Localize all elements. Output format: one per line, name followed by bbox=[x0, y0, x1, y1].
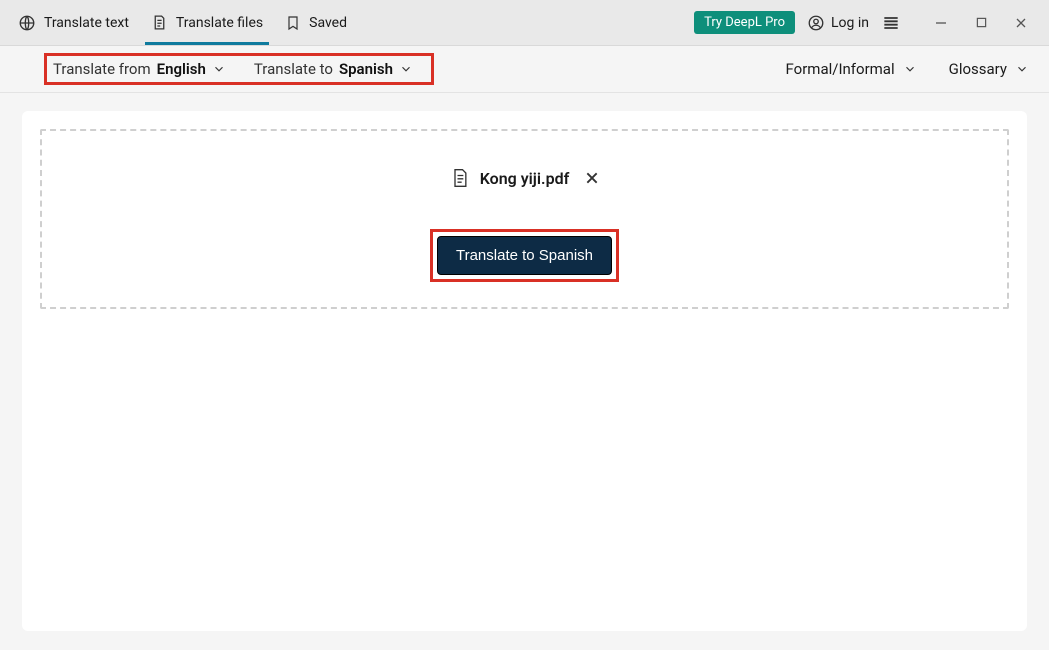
window-controls bbox=[921, 8, 1041, 38]
titlebar-tabs: Translate text Translate files Saved bbox=[18, 2, 347, 44]
from-value: English bbox=[157, 60, 206, 78]
chevron-down-icon bbox=[212, 62, 226, 76]
remove-file-button[interactable] bbox=[585, 171, 599, 185]
formality-label: Formal/Informal bbox=[786, 60, 895, 78]
content-area: Kong yiji.pdf Translate to Spanish bbox=[0, 93, 1049, 649]
translate-button-highlight: Translate to Spanish bbox=[430, 229, 619, 282]
tab-label: Translate text bbox=[44, 15, 129, 31]
subbar-right: Formal/Informal Glossary bbox=[786, 60, 1029, 78]
file-icon bbox=[151, 14, 168, 31]
from-label: Translate from bbox=[53, 60, 151, 78]
file-name: Kong yiji.pdf bbox=[480, 169, 570, 188]
file-dropzone[interactable]: Kong yiji.pdf Translate to Spanish bbox=[40, 129, 1009, 309]
tab-label: Translate files bbox=[176, 15, 263, 31]
document-icon bbox=[450, 167, 470, 189]
titlebar-right: Try DeepL Pro Log in bbox=[694, 8, 1041, 38]
window-maximize[interactable] bbox=[961, 8, 1001, 38]
glossary-dropdown[interactable]: Glossary bbox=[949, 60, 1029, 78]
tab-translate-files[interactable]: Translate files bbox=[151, 2, 263, 43]
window-minimize[interactable] bbox=[921, 8, 961, 38]
user-icon bbox=[807, 14, 825, 32]
uploaded-file-row: Kong yiji.pdf bbox=[450, 167, 600, 189]
chevron-down-icon bbox=[399, 62, 413, 76]
chevron-down-icon bbox=[1015, 62, 1029, 76]
try-pro-button[interactable]: Try DeepL Pro bbox=[694, 11, 795, 34]
language-selectors-highlight: Translate from English Translate to Span… bbox=[44, 53, 434, 85]
formality-dropdown[interactable]: Formal/Informal bbox=[786, 60, 917, 78]
tab-label: Saved bbox=[309, 15, 347, 31]
login-button[interactable]: Log in bbox=[807, 14, 869, 32]
translate-button[interactable]: Translate to Spanish bbox=[437, 236, 612, 275]
translate-to-selector[interactable]: Translate to Spanish bbox=[254, 60, 413, 78]
language-bar: Translate from English Translate to Span… bbox=[0, 46, 1049, 93]
to-label: Translate to bbox=[254, 60, 333, 78]
tab-translate-text[interactable]: Translate text bbox=[18, 2, 129, 44]
translate-from-selector[interactable]: Translate from English bbox=[53, 60, 226, 78]
glossary-label: Glossary bbox=[949, 60, 1007, 78]
tab-saved[interactable]: Saved bbox=[285, 3, 347, 43]
globe-icon bbox=[18, 14, 36, 32]
to-value: Spanish bbox=[339, 60, 393, 78]
window-close[interactable] bbox=[1001, 8, 1041, 38]
bookmark-icon bbox=[285, 15, 301, 31]
login-label: Log in bbox=[831, 15, 869, 31]
chevron-down-icon bbox=[903, 62, 917, 76]
translation-card: Kong yiji.pdf Translate to Spanish bbox=[22, 111, 1027, 631]
titlebar: Translate text Translate files Saved Try… bbox=[0, 0, 1049, 46]
menu-icon[interactable] bbox=[881, 13, 901, 33]
